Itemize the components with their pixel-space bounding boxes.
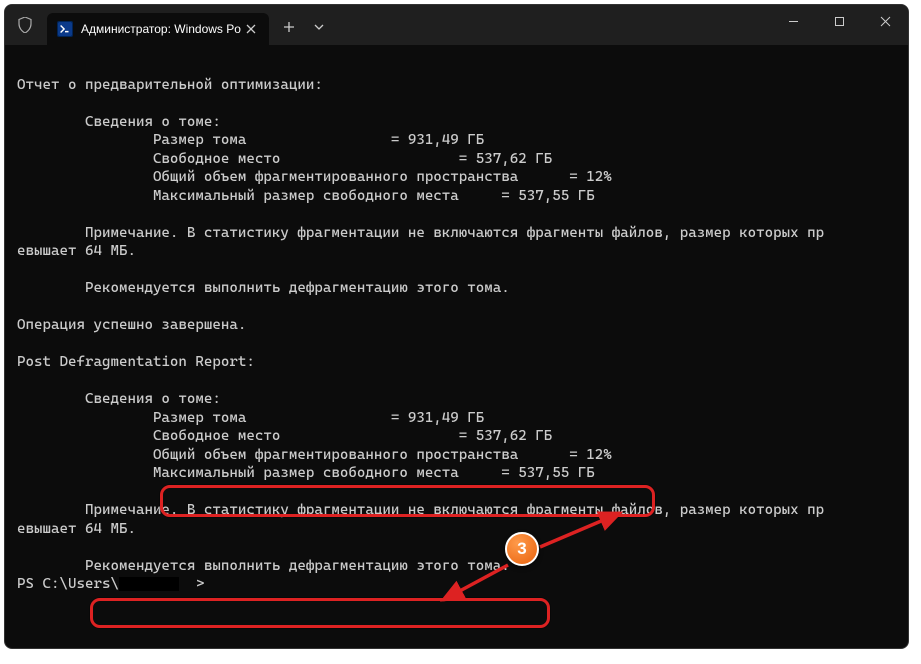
output-line: Общий объем фрагментированного пространс… [17,447,612,463]
prompt-prefix: PS C:\Users\ [17,576,119,592]
window-controls [770,5,908,37]
output-line: Свободное место = 537,62 ГБ [17,151,552,167]
annotation-badge: 3 [505,532,539,566]
output-line: Рекомендуется выполнить дефрагментацию э… [17,280,510,296]
output-line: Размер тома = 931,49 ГБ [17,410,484,426]
output-line: Post Defragmentation Report: [17,354,255,370]
tab-active[interactable]: Администратор: Windows Po [47,13,269,45]
output-line: Примечание. В статистику фрагментации не… [17,502,824,518]
annotation-number: 3 [517,539,526,559]
powershell-icon [57,21,73,37]
close-button[interactable] [862,5,908,37]
output-line: евышает 64 МБ. [17,243,136,259]
shield-icon [17,17,33,33]
terminal-output[interactable]: Отчет о предварительной оптимизации: Све… [5,45,908,602]
output-line: Свободное место = 537,62 ГБ [17,428,552,444]
output-line: Максимальный размер свободного места = 5… [17,188,595,204]
maximize-button[interactable] [816,5,862,37]
output-line: Рекомендуется выполнить дефрагментацию э… [17,558,510,574]
tab-title: Администратор: Windows Po [81,22,241,36]
output-line: Сведения о томе: [17,391,221,407]
redacted-username [119,577,179,591]
output-line: Размер тома = 931,49 ГБ [17,132,484,148]
new-tab-button[interactable] [273,11,305,43]
output-line: евышает 64 МБ. [17,521,136,537]
terminal-window: Администратор: Windows Po Отчет о предва… [4,4,909,649]
output-line: Примечание. В статистику фрагментации не… [17,225,824,241]
prompt-line: PS C:\Users\ > [17,576,204,592]
output-line: Операция успешно завершена. [17,317,246,333]
output-line: Отчет о предварительной оптимизации: [17,77,323,93]
tab-close-button[interactable] [241,19,261,39]
output-line: Сведения о томе: [17,114,221,130]
titlebar: Администратор: Windows Po [5,5,908,45]
output-line: Максимальный размер свободного места = 5… [17,465,595,481]
output-line: Общий объем фрагментированного пространс… [17,169,612,185]
tab-dropdown-button[interactable] [305,11,333,43]
prompt-suffix: > [179,576,205,592]
annotation-highlight-2 [90,598,550,628]
minimize-button[interactable] [770,5,816,37]
